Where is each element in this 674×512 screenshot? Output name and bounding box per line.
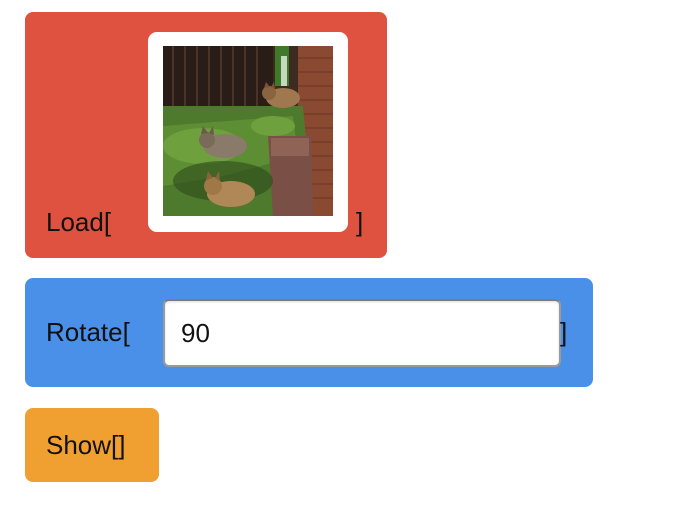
show-button[interactable]: Show[] [25, 408, 159, 482]
rotate-block: Rotate[ ] [25, 278, 593, 387]
rotate-input[interactable] [163, 299, 561, 367]
cats-photo [163, 46, 333, 216]
show-label: Show[] [46, 430, 126, 460]
image-thumbnail[interactable] [148, 32, 348, 232]
rotate-label: Rotate[ [46, 317, 130, 347]
load-label: Load[ [46, 207, 112, 237]
rotate-bracket-close: ] [560, 317, 568, 347]
load-bracket-close: ] [356, 207, 364, 237]
load-block[interactable]: Load[] [25, 12, 387, 258]
